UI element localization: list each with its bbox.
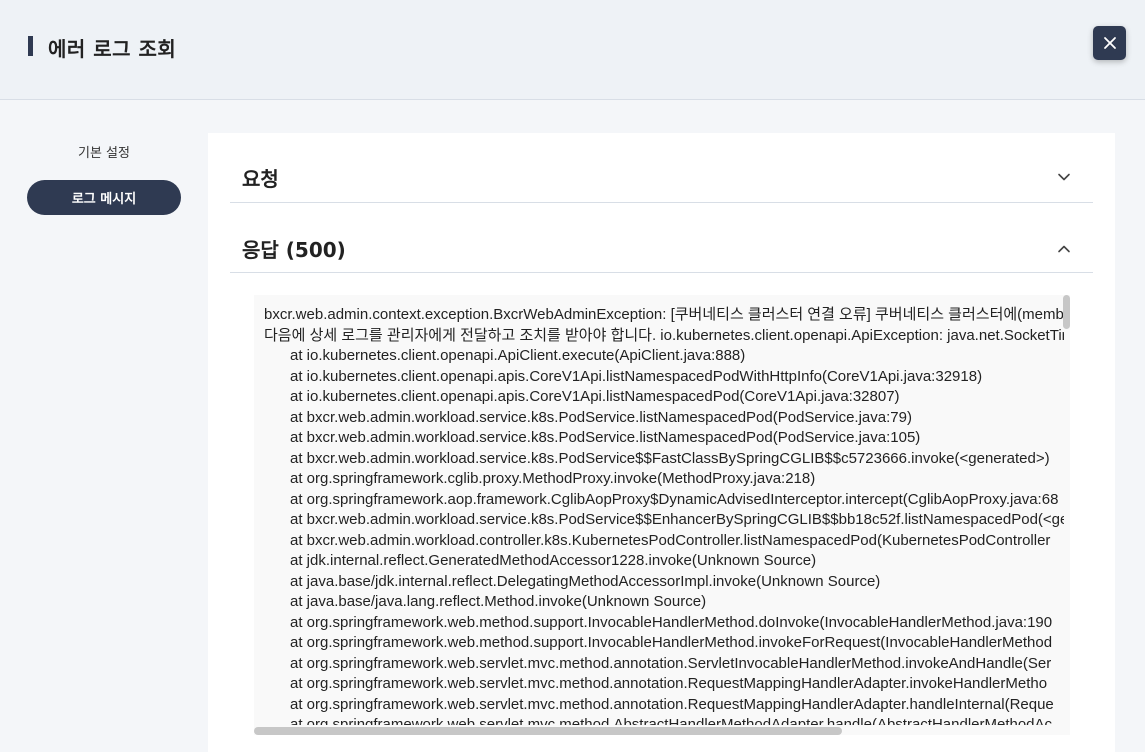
- horizontal-scrollbar[interactable]: [254, 727, 1063, 735]
- horizontal-scrollbar-thumb[interactable]: [254, 727, 842, 735]
- log-line: at io.kubernetes.client.openapi.ApiClien…: [290, 347, 746, 364]
- log-line: at org.springframework.web.method.suppor…: [290, 634, 1053, 651]
- close-icon: [1103, 37, 1116, 49]
- response-section-title: 응답 (500): [242, 238, 346, 262]
- log-line: 다음에 상세 로그를 관리자에게 전달하고 조치를 받아야 합니다. io.ku…: [264, 326, 1064, 344]
- sidebar-item-label: 로그 메시지: [71, 192, 137, 207]
- chevron-down-icon: [1058, 173, 1070, 181]
- log-line: at bxcr.web.admin.workload.service.k8s.P…: [290, 429, 921, 446]
- log-line: at bxcr.web.admin.workload.controller.k8…: [290, 531, 1051, 549]
- log-line: at bxcr.web.admin.workload.service.k8s.P…: [290, 449, 1050, 467]
- request-section-header[interactable]: 요청: [230, 133, 1093, 203]
- content-panel: 요청 응답 (500) bxcr.web.admin.context.excep…: [208, 133, 1115, 752]
- log-line: at org.springframework.web.servlet.mvc.m…: [290, 675, 1048, 692]
- log-line: at org.springframework.cglib.proxy.Metho…: [290, 470, 816, 487]
- sidebar-item-basic-settings[interactable]: 기본 설정: [27, 134, 181, 169]
- title-accent-bar: [28, 36, 33, 56]
- vertical-scrollbar-thumb[interactable]: [1063, 295, 1070, 329]
- sidebar-item-log-message[interactable]: 로그 메시지: [27, 180, 181, 215]
- log-line: at bxcr.web.admin.workload.service.k8s.P…: [290, 511, 1064, 528]
- log-line: at org.springframework.web.servlet.mvc.m…: [290, 716, 1053, 725]
- log-line: at org.springframework.web.method.suppor…: [290, 613, 1053, 631]
- response-section-header[interactable]: 응답 (500): [230, 203, 1093, 273]
- log-line: at org.springframework.web.servlet.mvc.m…: [290, 654, 1052, 672]
- sidebar: 기본 설정 로그 메시지: [0, 100, 208, 752]
- log-text: bxcr.web.admin.context.exception.BxcrWeb…: [264, 305, 1064, 725]
- page-title: 에러 로그 조회: [48, 37, 177, 61]
- log-line: at org.springframework.web.servlet.mvc.m…: [290, 695, 1054, 713]
- chevron-up-icon: [1058, 245, 1070, 253]
- vertical-scrollbar[interactable]: [1063, 295, 1070, 735]
- log-line: at org.springframework.aop.framework.Cgl…: [290, 490, 1059, 508]
- log-line: at java.base/jdk.internal.reflect.Delega…: [290, 572, 881, 590]
- log-line: at jdk.internal.reflect.GeneratedMethodA…: [290, 552, 817, 569]
- log-line: at io.kubernetes.client.openapi.apis.Cor…: [290, 388, 900, 405]
- sidebar-item-label: 기본 설정: [78, 146, 130, 161]
- close-button[interactable]: [1093, 26, 1126, 60]
- log-line: at java.base/java.lang.reflect.Method.in…: [290, 593, 707, 610]
- request-section-title: 요청: [242, 167, 279, 191]
- log-message-box[interactable]: bxcr.web.admin.context.exception.BxcrWeb…: [254, 295, 1070, 735]
- log-line: at io.kubernetes.client.openapi.apis.Cor…: [290, 367, 983, 385]
- log-line: at bxcr.web.admin.workload.service.k8s.P…: [290, 408, 912, 426]
- log-line: bxcr.web.admin.context.exception.BxcrWeb…: [264, 306, 1064, 323]
- page-header: 에러 로그 조회: [0, 0, 1145, 100]
